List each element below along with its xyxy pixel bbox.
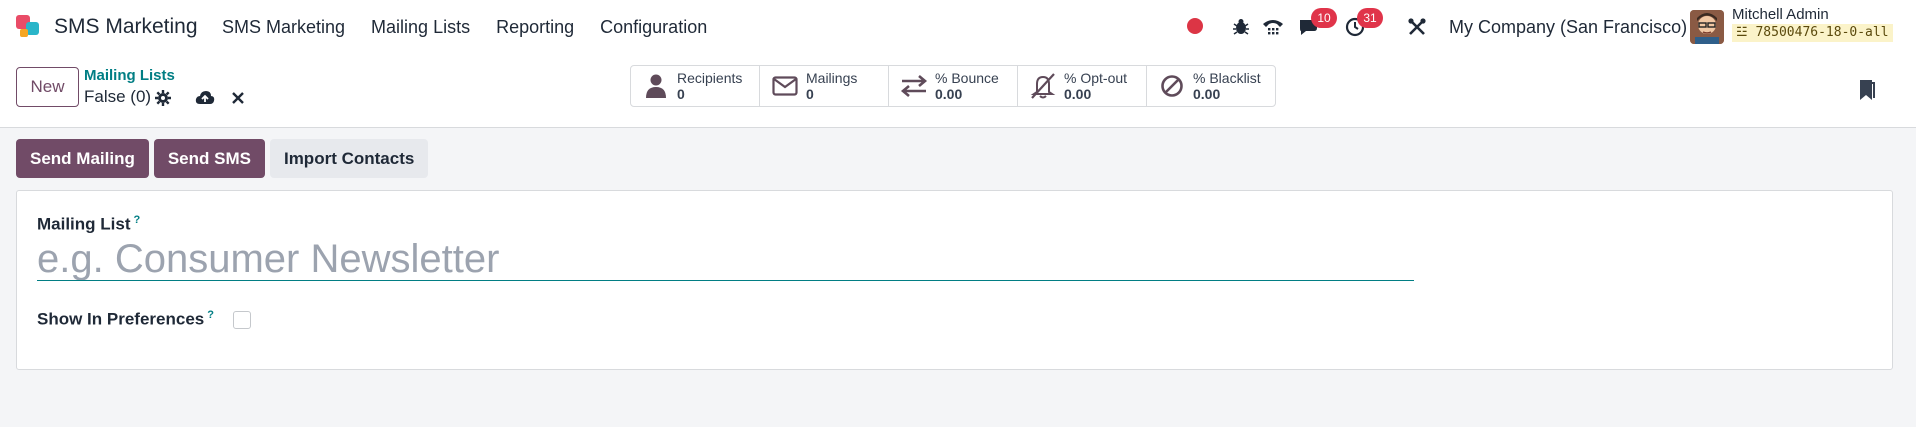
show-in-preferences-label-text: Show In Preferences: [37, 309, 205, 329]
mailing-list-label: Mailing List?: [37, 214, 140, 235]
control-panel: New Mailing Lists False (0) Recipients 0…: [0, 54, 1916, 128]
gear-icon[interactable]: [153, 88, 173, 108]
user-icon: [641, 71, 671, 101]
menu-item-sms-marketing[interactable]: SMS Marketing: [222, 17, 345, 38]
ban-icon: [1157, 71, 1187, 101]
database-name: 78500476-18-0-all: [1755, 25, 1889, 40]
database-icon: ☳: [1736, 25, 1748, 40]
send-sms-button[interactable]: Send SMS: [153, 139, 265, 178]
record-title: False (0): [84, 87, 152, 106]
help-tooltip-icon[interactable]: ?: [134, 214, 141, 226]
sms-marketing-app-icon[interactable]: [14, 13, 42, 41]
mailing-list-name-input[interactable]: [37, 239, 1414, 281]
main-menu: SMS Marketing Mailing Lists Reporting Co…: [222, 0, 733, 54]
mailings-stat-button[interactable]: Mailings 0: [759, 65, 889, 107]
send-mailing-button[interactable]: Send Mailing: [16, 139, 149, 178]
opt-out-stat-button[interactable]: % Opt-out 0.00: [1017, 65, 1147, 107]
chat-count-badge: 10: [1311, 8, 1337, 28]
activity-count-badge: 31: [1357, 8, 1383, 28]
chat-icon[interactable]: 10: [1295, 8, 1337, 41]
recipients-stat-button[interactable]: Recipients 0: [630, 65, 760, 107]
help-tooltip-icon[interactable]: ?: [207, 309, 214, 321]
cloud-upload-icon[interactable]: [195, 88, 215, 108]
bookmark-icon[interactable]: [1858, 78, 1876, 102]
user-name[interactable]: Mitchell Admin: [1732, 6, 1829, 23]
menu-item-reporting[interactable]: Reporting: [496, 17, 574, 38]
stat-label: % Blacklist: [1193, 70, 1261, 86]
new-button[interactable]: New: [16, 67, 79, 107]
breadcrumb-mailing-lists[interactable]: Mailing Lists: [84, 67, 175, 84]
bug-icon[interactable]: [1227, 13, 1255, 41]
record-indicator-icon[interactable]: [1187, 18, 1203, 34]
header-actions: Send Mailing Send SMS Import Contacts: [16, 139, 433, 178]
phone-icon[interactable]: [1259, 13, 1287, 41]
bounce-stat-button[interactable]: % Bounce 0.00: [888, 65, 1018, 107]
top-navbar: SMS Marketing SMS Marketing Mailing List…: [0, 0, 1916, 54]
show-in-preferences-label: Show In Preferences?: [37, 309, 214, 330]
tools-icon[interactable]: [1403, 13, 1431, 41]
stat-value: 0.00: [935, 86, 963, 102]
stat-value: 0: [677, 86, 685, 102]
show-in-preferences-checkbox[interactable]: [233, 311, 251, 329]
stat-label: Mailings: [806, 70, 858, 86]
stat-label: % Bounce: [935, 70, 999, 86]
activity-clock-icon[interactable]: 31: [1341, 8, 1383, 41]
import-contacts-button[interactable]: Import Contacts: [269, 139, 429, 178]
discard-icon[interactable]: [228, 88, 248, 108]
menu-item-mailing-lists[interactable]: Mailing Lists: [371, 17, 470, 38]
exchange-icon: [899, 71, 929, 101]
blacklist-stat-button[interactable]: % Blacklist 0.00: [1146, 65, 1276, 107]
app-name[interactable]: SMS Marketing: [54, 15, 198, 39]
stat-label: % Opt-out: [1064, 70, 1128, 86]
envelope-icon: [770, 71, 800, 101]
smart-buttons: Recipients 0 Mailings 0 % Bounce 0.00 % …: [630, 65, 1276, 107]
company-switcher[interactable]: My Company (San Francisco): [1449, 17, 1687, 38]
navbar-systray: 10 31 My Company (San Francisco) Mitchel…: [1156, 0, 1916, 54]
user-avatar[interactable]: [1690, 10, 1724, 44]
mailing-list-label-text: Mailing List: [37, 214, 131, 234]
stat-label: Recipients: [677, 70, 743, 86]
stat-value: 0: [806, 86, 814, 102]
bell-slash-icon: [1028, 71, 1058, 101]
stat-value: 0.00: [1064, 86, 1092, 102]
form-sheet: Mailing List? Show In Preferences?: [16, 190, 1893, 370]
stat-value: 0.00: [1193, 86, 1221, 102]
menu-item-configuration[interactable]: Configuration: [600, 17, 707, 38]
database-badge: ☳ 78500476-18-0-all: [1732, 24, 1893, 42]
